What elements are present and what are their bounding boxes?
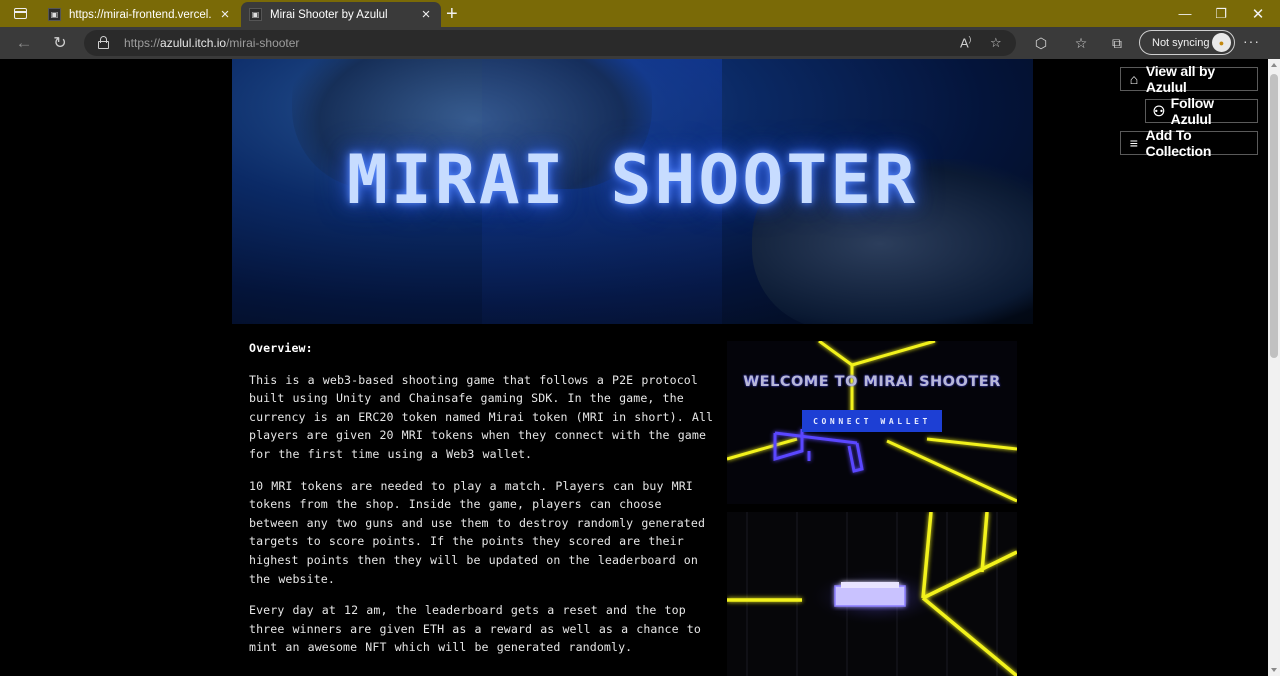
- back-icon[interactable]: ←: [9, 27, 39, 59]
- banner-title: MIRAI SHOOTER: [346, 141, 919, 220]
- page: MIRAI SHOOTER ⌂ View all by Azulul ⚇ Fol…: [0, 59, 1268, 676]
- follow-button[interactable]: ⚇ Follow Azulul: [1145, 95, 1258, 127]
- view-all-button[interactable]: ⌂ View all by Azulul: [1120, 63, 1258, 95]
- game-description: Overview: This is a web3-based shooting …: [249, 339, 719, 670]
- description-paragraph: This is a web3-based shooting game that …: [249, 372, 714, 461]
- description-paragraph: Every day at 12 am, the leaderboard gets…: [249, 603, 701, 655]
- minimize-icon[interactable]: —: [1167, 0, 1203, 27]
- profile-sync-button[interactable]: Not syncing ●: [1139, 30, 1235, 55]
- tab-title: Mirai Shooter by Azulul: [270, 8, 388, 21]
- tab-mirai-shooter[interactable]: ▣ Mirai Shooter by Azulul ×: [241, 2, 441, 27]
- tab-mirai-frontend[interactable]: ▣ https://mirai-frontend.vercel.app ×: [40, 2, 240, 27]
- scroll-up-icon[interactable]: [1271, 63, 1277, 67]
- add-to-collection-button[interactable]: ≡ Add To Collection: [1120, 127, 1258, 159]
- scroll-down-icon[interactable]: [1271, 668, 1277, 672]
- itchio-favicon-icon: ▣: [249, 8, 262, 21]
- storefront-icon: ⌂: [1129, 71, 1139, 87]
- close-tab-icon[interactable]: ×: [218, 6, 232, 23]
- tab-actions-button[interactable]: [0, 0, 40, 27]
- connect-wallet-button: CONNECT WALLET: [802, 410, 942, 432]
- new-tab-icon[interactable]: +: [446, 3, 458, 26]
- close-window-icon[interactable]: ✕: [1240, 0, 1276, 27]
- game-banner: MIRAI SHOOTER: [232, 59, 1033, 324]
- screenshot-welcome[interactable]: WELCOME TO MIRAI SHOOTER CONNECT WALLET: [727, 341, 1017, 504]
- playlist-add-icon: ≡: [1129, 135, 1138, 151]
- url-text[interactable]: https://azulul.itch.io/mirai-shooter: [124, 36, 299, 50]
- add-favorite-icon[interactable]: ☆: [990, 35, 1002, 51]
- overview-heading: Overview:: [249, 341, 313, 355]
- favorites-icon[interactable]: ☆: [1067, 27, 1095, 59]
- description-paragraph: 10 MRI tokens are needed to play a match…: [249, 478, 706, 586]
- restore-icon[interactable]: ❐: [1203, 0, 1239, 27]
- close-tab-icon[interactable]: ×: [419, 6, 433, 23]
- add-user-icon: ⚇: [1152, 102, 1166, 119]
- itchio-favicon-icon: ▣: [48, 8, 61, 21]
- extensions-icon[interactable]: ⬡: [1027, 27, 1055, 59]
- address-bar[interactable]: https://azulul.itch.io/mirai-shooter A) …: [84, 30, 1016, 56]
- scrollbar[interactable]: [1268, 59, 1280, 676]
- tab-actions-icon: [13, 8, 27, 19]
- toolbar: ← ↻ https://azulul.itch.io/mirai-shooter…: [0, 27, 1280, 59]
- scrollbar-thumb[interactable]: [1270, 74, 1278, 358]
- welcome-title: WELCOME TO MIRAI SHOOTER: [743, 374, 1001, 390]
- read-aloud-icon[interactable]: A): [960, 35, 971, 50]
- tab-bar: ▣ https://mirai-frontend.vercel.app × ▣ …: [0, 0, 1280, 27]
- lock-icon[interactable]: [98, 36, 109, 49]
- avatar: ●: [1212, 33, 1231, 52]
- sync-label: Not syncing: [1152, 36, 1210, 49]
- neon-arena-graphic: [727, 512, 1017, 676]
- settings-more-icon[interactable]: ···: [1243, 33, 1260, 49]
- refresh-icon[interactable]: ↻: [45, 27, 75, 59]
- tab-title: https://mirai-frontend.vercel.app: [69, 8, 212, 21]
- collections-icon[interactable]: ⧉: [1103, 27, 1131, 59]
- screenshot-gameplay[interactable]: [727, 512, 1017, 676]
